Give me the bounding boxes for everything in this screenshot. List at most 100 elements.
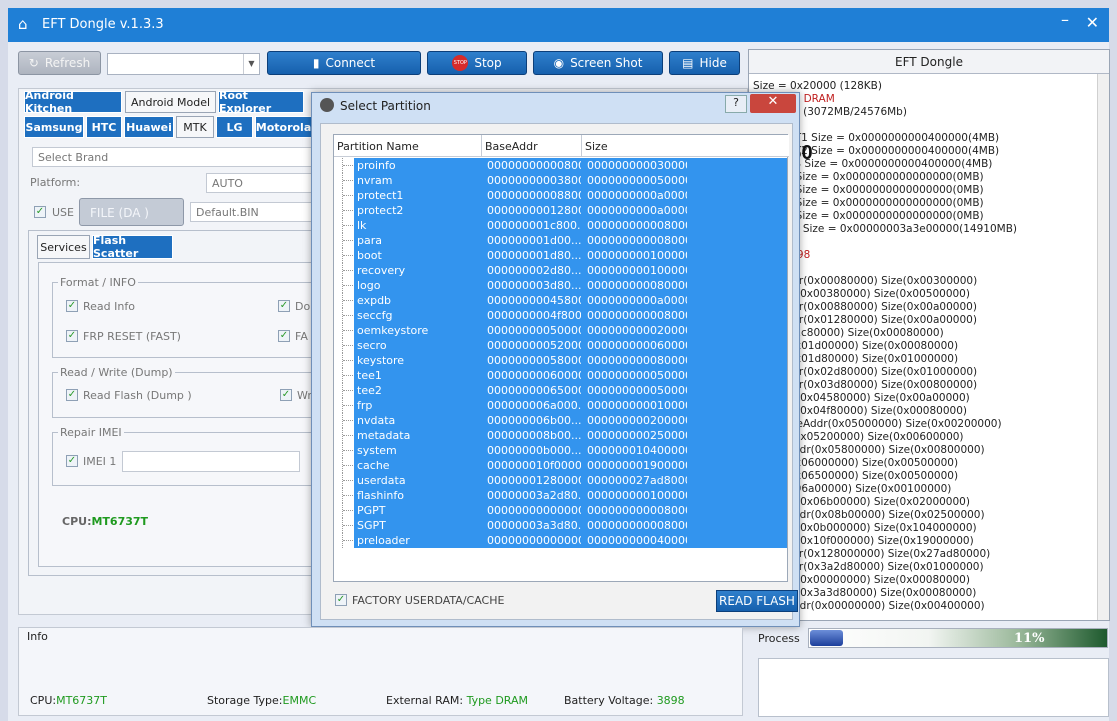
- brand-select[interactable]: Select Brand: [32, 147, 312, 167]
- read-info-checkbox[interactable]: ✓: [66, 300, 78, 312]
- tab-huawei[interactable]: Huawei: [124, 116, 174, 138]
- partition-row[interactable]: cache 000000010f000000 0000000019000000: [334, 458, 789, 473]
- dialog-close-button[interactable]: ✕: [750, 94, 796, 113]
- partition-row[interactable]: secro 00000000052000... 0000000000600000: [334, 338, 789, 353]
- do-label: Do: [295, 300, 311, 313]
- partition-row[interactable]: keystore 00000000058000... 000000000080000…: [334, 353, 789, 368]
- log-line: RT_GP2 Size = 0x0000000000000000(0MB): [753, 184, 984, 196]
- tab-mtk[interactable]: MTK: [176, 116, 214, 138]
- partition-row[interactable]: boot 000000001d80... 0000000001000000: [334, 248, 789, 263]
- partition-row[interactable]: preloader 00000000000000... 00000000004000…: [334, 533, 789, 548]
- write-checkbox[interactable]: ✓: [280, 389, 292, 401]
- partition-row[interactable]: seccfg 0000000004f80000 0000000000080000: [334, 308, 789, 323]
- info-battery-value: 3898: [656, 694, 685, 707]
- log-line: Addr(0x06a00000) Size(0x00100000): [753, 483, 952, 495]
- frp-reset-checkbox[interactable]: ✓: [66, 330, 78, 342]
- imei1-input[interactable]: [122, 451, 300, 472]
- tab-label: Samsung: [25, 120, 83, 134]
- partition-base: 00000001280000...: [487, 474, 581, 487]
- partition-row[interactable]: protect2 00000000012800... 0000000000a0000…: [334, 203, 789, 218]
- partition-row[interactable]: nvram 00000000003800... 0000000000500000: [334, 173, 789, 188]
- window-title: EFT Dongle v.1.3.3: [42, 17, 164, 32]
- partition-table[interactable]: Partition Name BaseAddr Size proinfo 0000…: [333, 134, 789, 582]
- partition-row[interactable]: system 00000000b000... 0000000104000000: [334, 443, 789, 458]
- platform-select[interactable]: AUTO: [206, 173, 312, 193]
- partition-name: preloader: [357, 534, 410, 547]
- tab-root-explorer[interactable]: Root Explorer: [218, 89, 304, 115]
- help-button[interactable]: ?: [725, 95, 747, 113]
- file-da-button[interactable]: FILE (DA ): [79, 198, 184, 226]
- partition-row[interactable]: frp 000000006a000... 0000000000100000: [334, 398, 789, 413]
- partition-base: 00000000000000...: [487, 504, 581, 517]
- col-partition-name[interactable]: Partition Name: [334, 135, 482, 157]
- partition-row[interactable]: proinfo 00000000000800... 0000000000300000: [334, 158, 789, 173]
- partition-row[interactable]: userdata 00000001280000... 000000027ad8000…: [334, 473, 789, 488]
- partition-row[interactable]: recovery 000000002d80... 0000000001000000: [334, 263, 789, 278]
- stop-button[interactable]: STOP Stop: [427, 51, 527, 75]
- refresh-button[interactable]: ↻ Refresh: [18, 51, 101, 75]
- info-storage: Storage Type:EMMC: [207, 694, 316, 707]
- tab-motorola[interactable]: Motorola: [255, 116, 312, 138]
- partition-row[interactable]: metadata 000000008b00... 0000000002500000: [334, 428, 789, 443]
- col-size[interactable]: Size: [582, 135, 789, 157]
- log-line: aseAddr(0x06b00000) Size(0x02000000): [753, 496, 970, 508]
- read-flash-button[interactable]: READ FLASH: [716, 590, 798, 612]
- partition-row[interactable]: SGPT 00000003a3d80... 0000000000080000: [334, 518, 789, 533]
- partition-row[interactable]: lk 000000001c800... 0000000000080000: [334, 218, 789, 233]
- tab-samsung[interactable]: Samsung: [24, 116, 84, 138]
- tab-lg[interactable]: LG: [216, 116, 253, 138]
- factory-userdata-label: FACTORY USERDATA/CACHE: [352, 594, 505, 607]
- col-base-addr[interactable]: BaseAddr: [482, 135, 582, 157]
- hide-button[interactable]: ▤ Hide: [669, 51, 740, 75]
- log-line: ore] BaseAddr(0x05000000) Size(0x0020000…: [753, 418, 1002, 430]
- fa-checkbox[interactable]: ✓: [278, 330, 290, 342]
- log-line: RT_GP4 Size = 0x0000000000000000(0MB): [753, 210, 984, 222]
- connect-button[interactable]: ▮ Connect: [267, 51, 421, 75]
- tab-android-model[interactable]: Android Model: [125, 91, 216, 113]
- write-label: Wr: [297, 389, 312, 402]
- partition-row[interactable]: flashinfo 00000003a2d80... 000000000100000…: [334, 488, 789, 503]
- factory-userdata-checkbox[interactable]: ✓: [335, 594, 347, 606]
- da-file-field[interactable]: Default.BIN: [190, 202, 312, 222]
- log-scrollbar[interactable]: [1097, 74, 1109, 620]
- partition-name: expdb: [357, 294, 392, 307]
- partition-row[interactable]: expdb 00000000045800... 0000000000a00000: [334, 293, 789, 308]
- partition-name: secro: [357, 339, 387, 352]
- partition-base: 000000010f000000: [487, 459, 581, 472]
- tab-label: Android Model: [130, 95, 211, 109]
- log-line: ] BaseAddr(0x05800000) Size(0x00800000): [753, 444, 985, 456]
- format-info-title: Format / INFO: [58, 276, 138, 289]
- partition-row[interactable]: tee2 00000000065000... 0000000000500000: [334, 383, 789, 398]
- connect-label: Connect: [325, 56, 376, 70]
- log-line: .....OK: [753, 262, 1103, 275]
- close-window-button[interactable]: ✕: [1086, 13, 1099, 32]
- partition-row[interactable]: protect1 00000000008800... 0000000000a0000…: [334, 188, 789, 203]
- minimize-button[interactable]: –: [1061, 10, 1069, 29]
- partition-row[interactable]: logo 000000003d80... 0000000000800000: [334, 278, 789, 293]
- tab-android-kitchen[interactable]: Android Kitchen: [24, 89, 122, 115]
- refresh-label: Refresh: [44, 56, 91, 70]
- tab-htc[interactable]: HTC: [86, 116, 122, 138]
- partition-size: 0000000000500000: [587, 174, 687, 187]
- read-flash-dump-checkbox[interactable]: ✓: [66, 389, 78, 401]
- port-select[interactable]: ▼: [107, 53, 260, 75]
- tab-flash-scatter[interactable]: Flash Scatter: [92, 234, 173, 260]
- partition-base: 00000000060000...: [487, 369, 581, 382]
- use-checkbox[interactable]: ✓: [34, 206, 46, 218]
- partition-size: 0000000000200000: [587, 324, 687, 337]
- partition-row[interactable]: nvdata 000000006b00... 0000000002000000: [334, 413, 789, 428]
- partition-row[interactable]: oemkeystore 00000000050000... 000000000020…: [334, 323, 789, 338]
- imei1-checkbox[interactable]: ✓: [66, 455, 78, 467]
- partition-size: 0000000000600000: [587, 339, 687, 352]
- partition-row[interactable]: tee1 00000000060000... 0000000000500000: [334, 368, 789, 383]
- screenshot-button[interactable]: ◉ Screen Shot: [533, 51, 663, 75]
- do-checkbox[interactable]: ✓: [278, 300, 290, 312]
- tab-services[interactable]: Services: [37, 235, 90, 259]
- partition-row[interactable]: para 000000001d00... 0000000000080000: [334, 233, 789, 248]
- partition-row[interactable]: PGPT 00000000000000... 0000000000080000: [334, 503, 789, 518]
- partition-base: 00000000058000...: [487, 354, 581, 367]
- partition-name: lk: [357, 219, 367, 232]
- partition-name: proinfo: [357, 159, 396, 172]
- hide-label: Hide: [699, 56, 727, 70]
- partition-name: tee2: [357, 384, 382, 397]
